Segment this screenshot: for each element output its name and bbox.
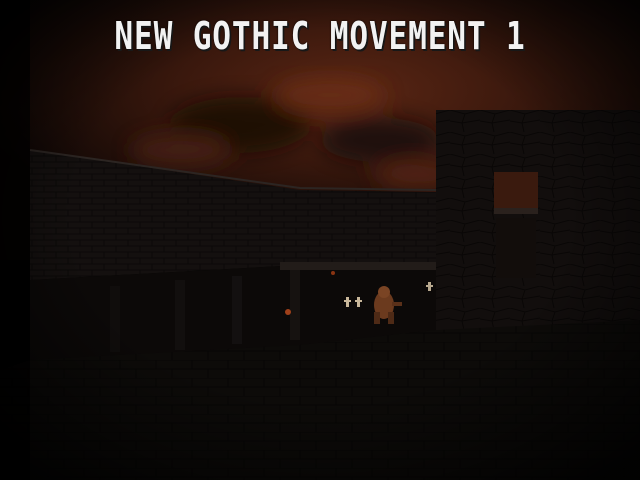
map-title: NEW GOTHIC MOVEMENT 1 [114,14,526,58]
vignette [0,0,640,480]
game-scene [0,0,640,480]
left-dark-edge [0,0,30,480]
game-screen: NEW GOTHIC MOVEMENT 1 [0,0,640,480]
